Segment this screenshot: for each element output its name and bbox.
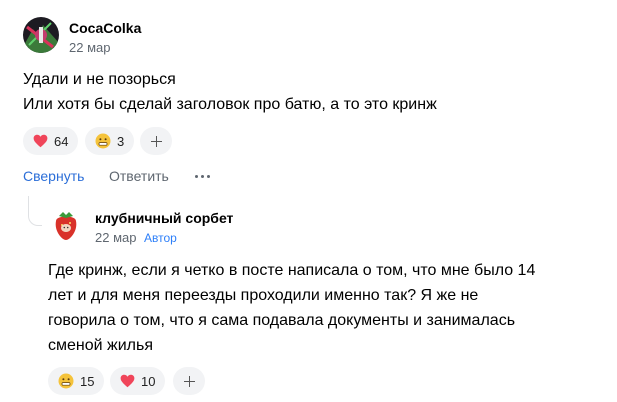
comment-text-line: Удали и не позорься xyxy=(23,71,176,88)
strawberry-avatar-image xyxy=(48,207,84,243)
avatar[interactable] xyxy=(23,17,59,53)
reaction-heart[interactable]: 10 xyxy=(110,367,166,395)
comment: CocaColka 22 мар Удали и не позорься Или… xyxy=(0,0,617,190)
author-badge: Автор xyxy=(144,231,177,245)
reaction-grimace[interactable]: 15 xyxy=(48,367,105,395)
reply-comment: клубничный сорбет 22 мар Автор Где кринж… xyxy=(0,190,617,402)
add-reaction-button[interactable] xyxy=(140,127,172,155)
collapse-button[interactable]: Свернуть xyxy=(23,168,84,184)
add-reaction-button[interactable] xyxy=(173,367,205,395)
comment-text-line: Где кринж, если я четко в посте написала… xyxy=(48,262,536,279)
reaction-count: 15 xyxy=(80,373,95,389)
comment-text: Удали и не позорься Или хотя бы сделай з… xyxy=(23,67,603,117)
comment-text-line: говорила о том, что я сама подавала доку… xyxy=(48,312,516,329)
heart-icon xyxy=(120,374,135,388)
reaction-grimace[interactable]: 3 xyxy=(85,127,135,155)
plus-icon xyxy=(183,375,195,387)
heart-icon xyxy=(33,134,48,148)
grimace-emoji-icon xyxy=(95,133,111,149)
author-name[interactable]: CocaColka xyxy=(69,20,141,36)
reaction-heart[interactable]: 64 xyxy=(23,127,79,155)
comment-date: 22 мар xyxy=(95,230,137,245)
comment-text: Где кринж, если я четко в посте написала… xyxy=(48,258,608,358)
avatar[interactable] xyxy=(48,207,84,243)
comment-text-line: сменой жилья xyxy=(48,337,153,354)
comment-date: 22 мар xyxy=(69,40,111,55)
reply-button[interactable]: Ответить xyxy=(109,168,169,184)
reaction-count: 64 xyxy=(54,133,69,149)
plus-icon xyxy=(150,135,162,147)
author-name[interactable]: клубничный сорбет xyxy=(95,210,233,226)
reaction-count: 3 xyxy=(117,133,125,149)
grimace-emoji-icon xyxy=(58,373,74,389)
more-options-icon[interactable] xyxy=(195,175,210,178)
avatar-image xyxy=(23,17,59,53)
reaction-count: 10 xyxy=(141,373,156,389)
comment-text-line: Или хотя бы сделай заголовок про батю, а… xyxy=(23,96,437,113)
comment-text-line: лет и для меня переезды проходили именно… xyxy=(48,287,479,304)
